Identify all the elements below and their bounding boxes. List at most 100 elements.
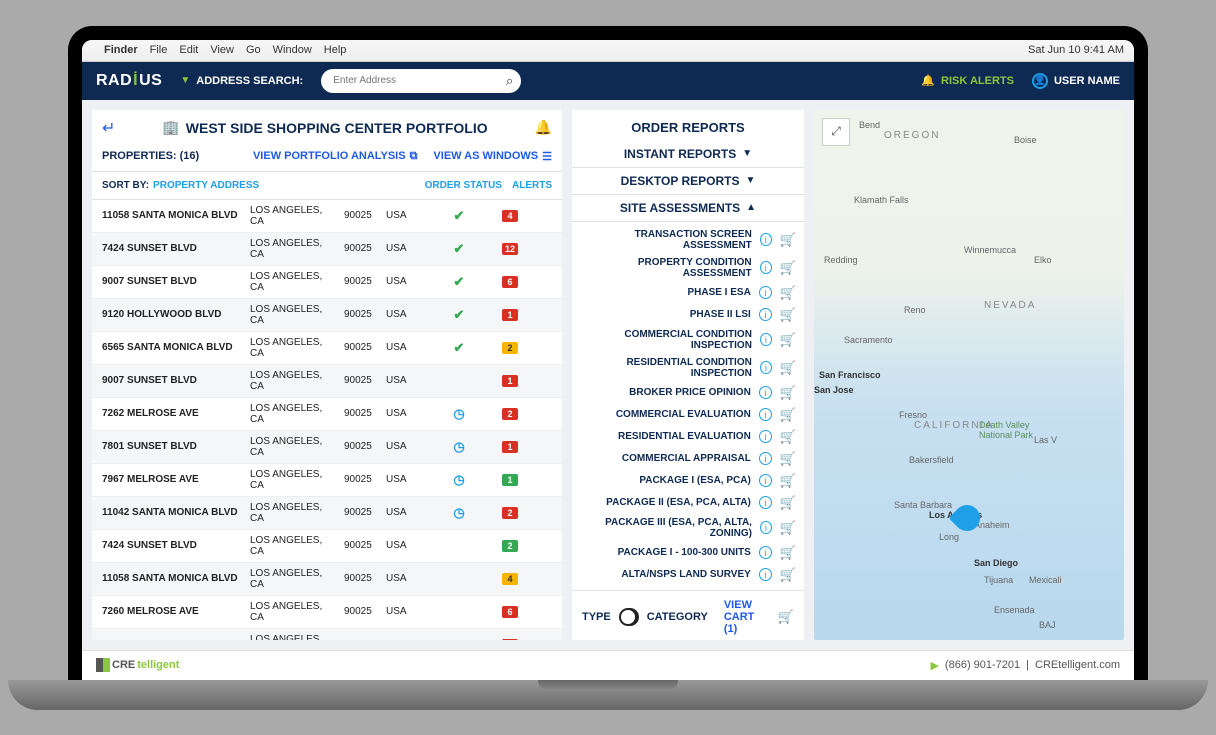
notifications-icon[interactable]: 🔔 (535, 119, 552, 136)
back-icon[interactable]: ↵ (102, 118, 115, 138)
property-country: USA (386, 639, 416, 640)
footer-site-link[interactable]: CREtelligent.com (1035, 659, 1120, 671)
add-to-cart-icon[interactable]: 🛒 (780, 520, 796, 536)
sort-alerts[interactable]: ALERTS (512, 180, 552, 191)
portfolio-icon: 🏢 (162, 119, 179, 136)
info-icon[interactable]: i (760, 333, 772, 346)
info-icon[interactable]: i (759, 430, 772, 443)
search-container: ⌕ (321, 69, 521, 93)
info-icon[interactable]: i (759, 408, 772, 421)
add-to-cart-icon[interactable]: 🛒 (780, 360, 796, 376)
property-row[interactable]: 9007 SUNSET BLVDLOS ANGELES, CA90025USA1 (92, 629, 562, 640)
view-cart-link[interactable]: VIEW CART (1) (724, 599, 770, 635)
property-country: USA (386, 276, 416, 287)
add-to-cart-icon[interactable]: 🛒 (780, 285, 796, 301)
search-icon[interactable]: ⌕ (506, 73, 513, 89)
report-name: PACKAGE II (ESA, PCA, ALTA) (606, 497, 751, 508)
add-to-cart-icon[interactable]: 🛒 (780, 260, 796, 276)
add-to-cart-icon[interactable]: 🛒 (780, 232, 796, 248)
add-to-cart-icon[interactable]: 🛒 (780, 407, 796, 423)
footer-contact: ▶ (866) 901-7201 | CREtelligent.com (930, 659, 1120, 672)
property-address: 11058 SANTA MONICA BLVD (102, 573, 242, 584)
property-row[interactable]: 11058 SANTA MONICA BLVDLOS ANGELES, CA90… (92, 200, 562, 233)
cart-icon[interactable]: 🛒 (778, 609, 794, 625)
info-icon[interactable]: i (759, 452, 772, 465)
info-icon[interactable]: i (759, 386, 772, 399)
mac-menu[interactable]: View (210, 44, 234, 56)
view-as-windows-link[interactable]: VIEW AS WINDOWS ☰ (433, 150, 552, 163)
property-row[interactable]: 7262 MELROSE AVELOS ANGELES, CA90025USA◷… (92, 398, 562, 431)
info-icon[interactable]: i (760, 361, 772, 374)
add-to-cart-icon[interactable]: 🛒 (780, 495, 796, 511)
add-to-cart-icon[interactable]: 🛒 (780, 545, 796, 561)
property-alert: 2 (502, 507, 526, 519)
sort-order-status[interactable]: ORDER STATUS (425, 180, 502, 191)
property-city: LOS ANGELES, CA (250, 370, 336, 392)
info-icon[interactable]: i (759, 546, 772, 559)
property-status: ✔ (424, 208, 494, 224)
info-icon[interactable]: i (760, 233, 772, 246)
report-row: BROKER PRICE OPINIONi🛒 (580, 382, 796, 404)
site-assessments-toggle[interactable]: SITE ASSESSMENTS ▲ (572, 195, 804, 222)
property-row[interactable]: 7424 SUNSET BLVDLOS ANGELES, CA90025USA2 (92, 530, 562, 563)
report-name: PACKAGE I - 100-300 UNITS (618, 547, 751, 558)
property-row[interactable]: 11058 SANTA MONICA BLVDLOS ANGELES, CA90… (92, 563, 562, 596)
add-to-cart-icon[interactable]: 🛒 (780, 473, 796, 489)
property-row[interactable]: 7424 SUNSET BLVDLOS ANGELES, CA90025USA✔… (92, 233, 562, 266)
properties-list[interactable]: 11058 SANTA MONICA BLVDLOS ANGELES, CA90… (92, 200, 562, 640)
expand-map-icon[interactable]: ⤢ (822, 118, 850, 146)
property-row[interactable]: 9007 SUNSET BLVDLOS ANGELES, CA90025USA1 (92, 365, 562, 398)
property-alert: 2 (502, 342, 526, 354)
mac-menu[interactable]: File (150, 44, 168, 56)
info-icon[interactable]: i (759, 496, 772, 509)
risk-alerts-button[interactable]: 🔔 RISK ALERTS (921, 74, 1014, 87)
user-menu[interactable]: 👤 USER NAME (1032, 73, 1120, 89)
dropdown-icon[interactable]: ▼ (180, 75, 190, 86)
report-row: COMMERCIAL APPRAISALi🛒 (580, 448, 796, 470)
map-city: Boise (1014, 135, 1037, 145)
mac-menu[interactable]: Finder (104, 44, 138, 56)
property-alert: 1 (502, 375, 526, 387)
property-city: LOS ANGELES, CA (250, 568, 336, 590)
mac-menu[interactable]: Go (246, 44, 261, 56)
desktop-reports-toggle[interactable]: DESKTOP REPORTS ▼ (572, 168, 804, 195)
add-to-cart-icon[interactable]: 🛒 (780, 385, 796, 401)
info-icon[interactable]: i (760, 521, 772, 534)
add-to-cart-icon[interactable]: 🛒 (780, 307, 796, 323)
view-portfolio-analysis-link[interactable]: VIEW PORTFOLIO ANALYSIS ⧉ (253, 150, 417, 163)
add-to-cart-icon[interactable]: 🛒 (780, 332, 796, 348)
property-zip: 90025 (344, 309, 378, 320)
property-row[interactable]: 9120 HOLLYWOOD BLVDLOS ANGELES, CA90025U… (92, 299, 562, 332)
map-city: Redding (824, 255, 858, 265)
property-row[interactable]: 11042 SANTA MONICA BLVDLOS ANGELES, CA90… (92, 497, 562, 530)
info-icon[interactable]: i (760, 261, 772, 274)
info-icon[interactable]: i (759, 474, 772, 487)
mac-menu[interactable]: Window (273, 44, 312, 56)
property-row[interactable]: 7801 SUNSET BLVDLOS ANGELES, CA90025USA◷… (92, 431, 562, 464)
instant-reports-toggle[interactable]: INSTANT REPORTS ▼ (572, 141, 804, 168)
property-status: ✔ (424, 340, 494, 356)
property-row[interactable]: 7260 MELROSE AVELOS ANGELES, CA90025USA6 (92, 596, 562, 629)
mac-menu[interactable]: Help (324, 44, 347, 56)
sort-field[interactable]: PROPERTY ADDRESS (153, 180, 259, 191)
map-panel[interactable]: ⤢ OREGON NEVADA CALIFORNIA Bend Boise Kl… (814, 110, 1124, 640)
info-icon[interactable]: i (759, 308, 772, 321)
report-row: PACKAGE I - 100-300 UNITS i 🛒 (580, 542, 796, 564)
info-icon[interactable]: i (759, 568, 772, 581)
property-row[interactable]: 9007 SUNSET BLVDLOS ANGELES, CA90025USA✔… (92, 266, 562, 299)
info-icon[interactable]: i (759, 286, 772, 299)
add-to-cart-icon[interactable]: 🛒 (780, 451, 796, 467)
add-to-cart-icon[interactable]: 🛒 (780, 567, 796, 583)
mac-menu[interactable]: Edit (179, 44, 198, 56)
add-to-cart-icon[interactable]: 🛒 (780, 429, 796, 445)
type-category-toggle[interactable] (619, 608, 639, 626)
property-row[interactable]: 6565 SANTA MONICA BLVDLOS ANGELES, CA900… (92, 332, 562, 365)
property-row[interactable]: 7967 MELROSE AVELOS ANGELES, CA90025USA◷… (92, 464, 562, 497)
property-country: USA (386, 441, 416, 452)
report-name: PACKAGE III (ESA, PCA, ALTA, ZONING) (580, 517, 752, 539)
address-search-input[interactable] (321, 69, 521, 93)
chevron-up-icon: ▲ (746, 202, 756, 213)
footer-brand-post: telligent (137, 659, 179, 671)
property-alert: 6 (502, 606, 526, 618)
property-alert: 1 (502, 441, 526, 453)
